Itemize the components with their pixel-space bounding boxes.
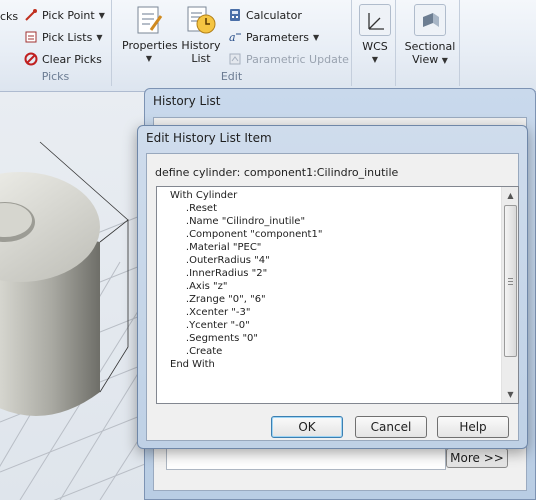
picks-group: cks Pick Point ▼ Pick Lists ▼ Clear Pick… (0, 0, 112, 86)
history-list-title: History List (153, 94, 221, 108)
dialog-body: define cylinder: component1:Cilindro_inu… (146, 153, 519, 441)
more-button[interactable]: More >> (446, 448, 508, 468)
pick-point-button[interactable]: Pick Point ▼ (24, 5, 105, 25)
define-label: define cylinder: component1:Cilindro_inu… (155, 166, 399, 179)
history-list-icon (185, 4, 217, 36)
sectional-view-icon (414, 4, 446, 36)
cancel-button[interactable]: Cancel (355, 416, 427, 438)
parametric-update-icon (228, 52, 242, 66)
properties-icon (133, 4, 165, 36)
picks-partial-button[interactable]: cks (0, 6, 18, 26)
3d-viewport[interactable] (0, 92, 150, 500)
edit-history-item-dialog: Edit History List Item define cylinder: … (137, 125, 528, 449)
ok-button[interactable]: OK (271, 416, 343, 438)
sectional-view-group: Sectional View ▼ (398, 0, 460, 86)
dialog-title: Edit History List Item (146, 131, 272, 145)
calculator-icon (228, 8, 242, 22)
cylinder-model (0, 141, 149, 500)
parameters-icon: a (228, 30, 242, 44)
chevron-down-icon: ▼ (441, 56, 448, 65)
parameters-button[interactable]: a Parameters ▼ (228, 27, 319, 47)
chevron-down-icon: ▼ (145, 54, 153, 63)
edit-group: Properties ▼ History List Calculator a P… (112, 0, 352, 86)
code-text[interactable]: With Cylinder .Reset .Name "Cilindro_inu… (170, 189, 322, 371)
pick-lists-button[interactable]: Pick Lists ▼ (24, 27, 102, 47)
wcs-group: WCS ▼ (354, 0, 396, 86)
ribbon: cks Pick Point ▼ Pick Lists ▼ Clear Pick… (0, 0, 536, 92)
chevron-down-icon: ▼ (96, 32, 103, 42)
svg-text:a: a (229, 31, 236, 44)
sectional-view-button[interactable]: Sectional View ▼ (402, 4, 458, 67)
picks-group-label: Picks (41, 70, 70, 83)
wcs-icon (359, 4, 391, 36)
pick-lists-icon (24, 30, 38, 44)
history-list-button[interactable]: History List (178, 4, 224, 65)
parametric-update-button[interactable]: Parametric Update (228, 49, 349, 69)
vertical-scrollbar[interactable]: ▲ ▼ (501, 187, 518, 403)
clear-picks-icon (24, 52, 38, 66)
chevron-down-icon: ▼ (312, 32, 320, 42)
clear-picks-button[interactable]: Clear Picks (24, 49, 102, 69)
pick-point-icon (24, 8, 38, 22)
scroll-up-icon[interactable]: ▲ (502, 187, 518, 204)
help-button[interactable]: Help (437, 416, 509, 438)
scroll-down-icon[interactable]: ▼ (502, 386, 518, 403)
wcs-button[interactable]: WCS ▼ (357, 4, 393, 66)
scroll-thumb[interactable] (504, 205, 517, 357)
edit-group-label: Edit (220, 70, 243, 83)
calculator-button[interactable]: Calculator (228, 5, 302, 25)
chevron-down-icon: ▼ (371, 55, 379, 64)
history-command-field[interactable] (166, 448, 446, 470)
properties-button[interactable]: Properties ▼ (122, 4, 178, 65)
code-editor[interactable]: With Cylinder .Reset .Name "Cilindro_inu… (156, 186, 519, 404)
chevron-down-icon: ▼ (98, 10, 105, 20)
